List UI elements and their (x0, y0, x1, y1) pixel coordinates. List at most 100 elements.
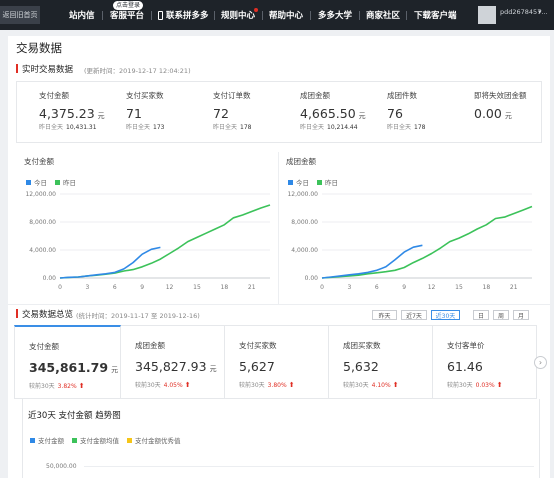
y-tick-label: 8,000.00 (291, 219, 318, 226)
metric-label: 成团件数 (387, 91, 417, 100)
y-tick-label: 12,000.00 (25, 191, 56, 198)
chevron-down-icon[interactable]: ▾ (538, 8, 542, 16)
realtime-metrics: 支付金额 4,375.23 元 昨日全天 10,431.31 支付买家数 71 昨日… (16, 81, 542, 143)
x-tick-label: 3 (347, 284, 351, 291)
avatar[interactable] (478, 6, 496, 24)
legend-item[interactable]: 支付金额均值 (72, 435, 119, 445)
chevron-right-icon[interactable]: › (534, 356, 547, 369)
arrow-up-icon: ⬆ (78, 382, 85, 390)
metric-value: 72 (213, 106, 298, 121)
chart-title-pay: 支付金额 (24, 157, 54, 166)
yesterday-value: 173 (153, 124, 165, 131)
overview-card-unit-price[interactable]: 支付客单价 61.46 较前30天 0.03% ⬆ (433, 325, 537, 399)
metric-yesterday: 昨日全天 10,214.44 (300, 122, 385, 131)
legend-label: 支付金额 (38, 437, 64, 445)
nav-divider (359, 11, 360, 20)
metric-label: 支付订单数 (213, 91, 251, 100)
yesterday-label: 昨日全天 (39, 124, 64, 131)
legend-label: 支付金额均值 (80, 437, 119, 445)
metric-value: 4,665.50 元 (300, 106, 385, 121)
card-label: 支付客单价 (447, 341, 485, 350)
nav-divider (151, 11, 152, 20)
legend-item[interactable]: 支付金额优秀值 (127, 435, 181, 445)
card-compare: 较前30天 4.05% ⬆ (135, 380, 191, 389)
card-number: 345,827.93 (135, 359, 207, 374)
nav-item-university[interactable]: 多多大学 (318, 0, 352, 30)
metric-expiring-amount: 即将失效团金额 0.00 元 (474, 90, 554, 121)
x-tick-label: 12 (428, 284, 436, 291)
y-tick-label: 0.00 (43, 275, 57, 282)
x-tick-label: 0 (320, 284, 324, 291)
x-tick-label: 21 (248, 284, 256, 291)
y-tick-label: 8,000.00 (29, 219, 56, 226)
nav-item-community[interactable]: 商家社区 (366, 0, 400, 30)
range-yesterday-button[interactable]: 昨天 (372, 310, 397, 320)
metric-label: 支付金额 (39, 91, 69, 100)
legend-swatch (26, 179, 31, 185)
nav-item-help[interactable]: 帮助中心 (269, 0, 303, 30)
range-7days-button[interactable]: 近7天 (401, 310, 427, 320)
metric-yesterday: 昨日全天 10,431.31 (39, 122, 124, 131)
yesterday-value: 10,214.44 (327, 124, 358, 131)
series-line (321, 205, 533, 279)
trend-gridline (84, 466, 534, 467)
compare-percent: 0.03% (475, 382, 495, 389)
compare-percent: 3.82% (57, 383, 77, 390)
top-nav: 返回旧首页 站内信 客服平台 点击登录 联系拼多多 规则中心 帮助中心 多多大学… (0, 0, 554, 30)
range-week-button[interactable]: 周 (493, 310, 509, 320)
arrow-up-icon: ⬆ (496, 381, 503, 389)
range-30days-button[interactable]: 近30天 (431, 310, 460, 320)
arrow-up-icon: ⬆ (184, 381, 191, 389)
card-number: 61.46 (447, 359, 483, 374)
overview-card-pay-buyers[interactable]: 支付买家数 5,627 较前30天 3.80% ⬆ (225, 325, 329, 399)
card-value: 61.46 (447, 359, 483, 374)
old-home-button[interactable]: 返回旧首页 (0, 6, 40, 24)
x-tick-label: 12 (166, 284, 174, 291)
x-tick-label: 18 (483, 284, 491, 291)
x-tick-label: 15 (193, 284, 201, 291)
x-tick-label: 6 (113, 284, 117, 291)
compare-label: 较前30天 (447, 382, 473, 389)
trend-title: 近30天 支付金额 趋势图 (28, 411, 121, 421)
overview-card-group-amount[interactable]: 成团金额 345,827.93 元 较前30天 4.05% ⬆ (121, 325, 225, 399)
y-tick-label: 0.00 (305, 275, 319, 282)
card-number: 5,627 (239, 359, 275, 374)
page-title: 交易数据 (16, 41, 62, 55)
yesterday-label: 昨日全天 (126, 124, 151, 131)
metric-value: 0.00 元 (474, 106, 554, 121)
section-divider (8, 304, 550, 305)
pay-amount-chart: 0.00 4,000.00 8,000.00 12,000.00 0 3 6 9 12 15 18 2… (25, 191, 271, 291)
nav-item-contact[interactable]: 联系拼多多 (158, 0, 209, 30)
metric-label: 支付买家数 (126, 91, 164, 100)
nav-divider (310, 11, 311, 20)
metric-number: 0.00 (474, 106, 502, 121)
metric-unit: 元 (97, 112, 105, 120)
chart-title-group: 成团金额 (286, 157, 316, 166)
range-day-button[interactable]: 日 (473, 310, 489, 320)
card-compare: 较前30天 3.80% ⬆ (239, 380, 295, 389)
overview-card-group-buyers[interactable]: 成团买家数 5,632 较前30天 4.10% ⬆ (329, 325, 433, 399)
nav-divider (102, 11, 103, 20)
metric-label: 成团金额 (300, 91, 330, 100)
nav-divider (406, 11, 407, 20)
nav-divider (214, 11, 215, 20)
overview-card-pay-amount[interactable]: 支付金额 345,861.79 元 较前30天 3.82% ⬆ (14, 325, 121, 399)
metric-group-items: 成团件数 76 昨日全天 178 (387, 90, 472, 131)
metric-number: 4,375.23 (39, 106, 95, 121)
realtime-section-title: 实时交易数据 (22, 65, 74, 75)
metric-unit: 元 (504, 112, 512, 120)
metric-number: 76 (387, 106, 403, 121)
login-badge[interactable]: 点击登录 (113, 1, 144, 10)
metric-pay-buyers: 支付买家数 71 昨日全天 173 (126, 90, 211, 131)
yesterday-label: 昨日全天 (300, 124, 325, 131)
y-tick-label: 4,000.00 (29, 247, 56, 254)
range-month-button[interactable]: 月 (513, 310, 529, 320)
nav-item-rules[interactable]: 规则中心 (221, 0, 255, 30)
x-tick-label: 3 (85, 284, 89, 291)
legend-item[interactable]: 支付金额 (30, 435, 64, 445)
main-panel: 交易数据 实时交易数据 (更新时间：2019-12-17 12:04:21) 支… (8, 36, 550, 478)
metric-value: 76 (387, 106, 472, 121)
metric-label: 即将失效团金额 (474, 91, 527, 100)
nav-item-download[interactable]: 下载客户端 (414, 0, 457, 30)
nav-item-messages[interactable]: 站内信 (69, 0, 95, 30)
